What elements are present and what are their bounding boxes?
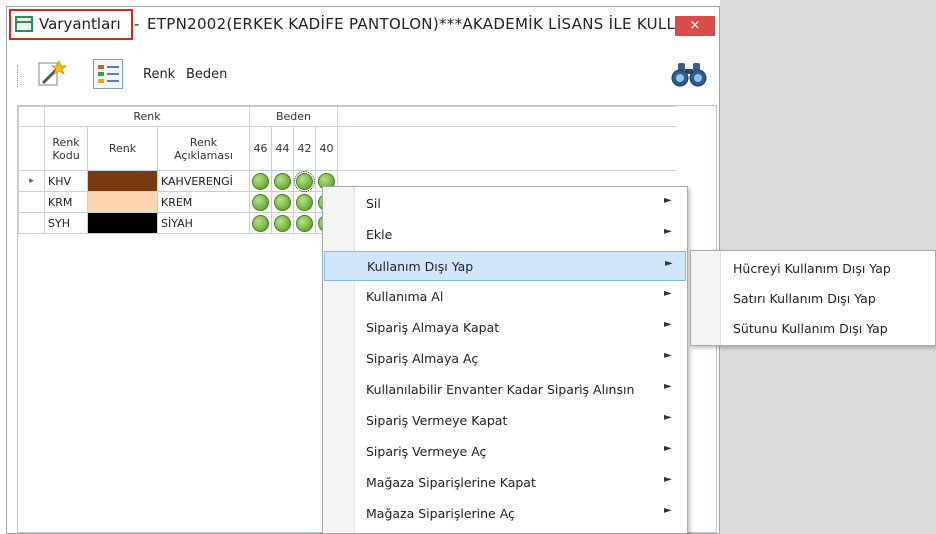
cell-size-status[interactable] bbox=[293, 170, 316, 192]
title-bar: Varyantları - ETPN2002(ERKEK KADİFE PANT… bbox=[7, 7, 719, 43]
cell-renk-kodu[interactable]: KHV bbox=[44, 170, 88, 192]
status-dot-icon bbox=[274, 193, 291, 211]
menu-item-label: Sil bbox=[366, 196, 381, 211]
menu-item-label: Sipariş Vermeye Aç bbox=[366, 444, 487, 459]
menu-item-kullanim-disi-yap[interactable]: Kullanım Dışı Yap ► bbox=[324, 251, 686, 281]
menu-item-siparis-almaya-kapat[interactable]: Sipariş Almaya Kapat ► bbox=[324, 313, 686, 343]
cell-size-status[interactable] bbox=[249, 212, 272, 234]
title-separator: - bbox=[134, 15, 140, 33]
submenu-item-hucreyi-kullanim-disi-yap[interactable]: Hücreyi Kullanım Dışı Yap bbox=[733, 261, 891, 276]
submenu-arrow-icon: ► bbox=[664, 350, 672, 361]
submenu-arrow-icon: ► bbox=[664, 505, 672, 516]
status-dot-icon bbox=[252, 193, 269, 211]
menu-item-magaza-siparislerine-ac[interactable]: Mağaza Siparişlerine Aç ► bbox=[324, 499, 686, 529]
context-menu: Sil ► Ekle ► Kullanım Dışı Yap ► Kullanı… bbox=[322, 186, 688, 534]
submenu-arrow-icon: ► bbox=[664, 319, 672, 330]
row-indicator bbox=[18, 212, 45, 234]
menu-item-siparis-almaya-ac[interactable]: Sipariş Almaya Aç ► bbox=[324, 344, 686, 374]
menu-item-label: Sipariş Almaya Kapat bbox=[366, 320, 500, 335]
window-title-document: ETPN2002(ERKEK KADİFE PANTOLON)***AKADEM… bbox=[147, 15, 691, 33]
status-dot-icon bbox=[296, 214, 313, 232]
menu-item-label: Kullanıma Al bbox=[366, 289, 444, 304]
submenu-icon-strip bbox=[691, 251, 721, 345]
column-header-size[interactable]: 42 bbox=[293, 126, 316, 171]
submenu-arrow-icon: ► bbox=[664, 381, 672, 392]
group-header-beden: Beden bbox=[249, 106, 338, 127]
status-dot-icon bbox=[252, 214, 269, 232]
cell-renk-kodu[interactable]: SYH bbox=[44, 212, 88, 234]
cell-renk-kodu[interactable]: KRM bbox=[44, 191, 88, 213]
toolbar-grip[interactable] bbox=[17, 65, 20, 87]
column-header-size[interactable]: 44 bbox=[271, 126, 294, 171]
column-header-renk[interactable]: Renk bbox=[87, 126, 158, 171]
menu-item-magaza-siparislerine-kapat[interactable]: Mağaza Siparişlerine Kapat ► bbox=[324, 468, 686, 498]
menu-item-ekle[interactable]: Ekle ► bbox=[324, 220, 686, 250]
column-header-renk-aciklamasi[interactable]: Renk Açıklaması bbox=[157, 126, 250, 171]
submenu-arrow-icon: ► bbox=[664, 412, 672, 423]
cell-color-swatch[interactable] bbox=[87, 191, 158, 213]
menu-item-label: Mağaza Siparişlerine Aç bbox=[366, 506, 515, 521]
menu-item-label: Kullanım Dışı Yap bbox=[367, 259, 474, 274]
cell-renk-aciklamasi[interactable]: SİYAH bbox=[157, 212, 250, 234]
menu-item-siparis-vermeye-kapat[interactable]: Sipariş Vermeye Kapat ► bbox=[324, 406, 686, 436]
cell-size-status[interactable] bbox=[249, 170, 272, 192]
status-dot-icon bbox=[274, 172, 291, 190]
binoculars-icon[interactable] bbox=[669, 61, 709, 87]
menu-item-sil[interactable]: Sil ► bbox=[324, 189, 686, 219]
column-header-size[interactable]: 46 bbox=[249, 126, 272, 171]
status-dot-icon bbox=[294, 170, 315, 192]
submenu-item-sutunu-kullanim-disi-yap[interactable]: Sütunu Kullanım Dışı Yap bbox=[733, 321, 888, 336]
menu-item-label: Mağaza Siparişlerine Kapat bbox=[366, 475, 536, 490]
submenu-arrow-icon: ► bbox=[664, 288, 672, 299]
close-button[interactable]: × bbox=[675, 16, 715, 36]
cell-color-swatch[interactable] bbox=[87, 212, 158, 234]
list-icon[interactable] bbox=[93, 59, 123, 89]
cell-size-status[interactable] bbox=[271, 212, 294, 234]
menu-item-label: Ekle bbox=[366, 227, 393, 242]
submenu-arrow-icon: ► bbox=[664, 195, 672, 206]
cell-size-status[interactable] bbox=[271, 170, 294, 192]
cell-size-status[interactable] bbox=[249, 191, 272, 213]
submenu-arrow-icon: ► bbox=[664, 474, 672, 485]
menu-item-envanter-kadar-siparis[interactable]: Kullanılabilir Envanter Kadar Sipariş Al… bbox=[324, 375, 686, 405]
menu-item-kullanima-al[interactable]: Kullanıma Al ► bbox=[324, 282, 686, 312]
corner-cell bbox=[18, 106, 45, 127]
submenu-arrow-icon: ► bbox=[665, 258, 673, 269]
row-indicator: ▸ bbox=[18, 170, 45, 192]
submenu-arrow-icon: ► bbox=[664, 443, 672, 454]
submenu-arrow-icon: ► bbox=[664, 226, 672, 237]
window-app-icon bbox=[15, 16, 33, 32]
menu-item-label: Sipariş Vermeye Kapat bbox=[366, 413, 508, 428]
cell-size-status[interactable] bbox=[293, 191, 316, 213]
toolbar: Renk Beden bbox=[7, 51, 719, 95]
menu-item-siparis-vermeye-ac[interactable]: Sipariş Vermeye Aç ► bbox=[324, 437, 686, 467]
status-dot-icon bbox=[274, 214, 291, 232]
toolbar-beden-button[interactable]: Beden bbox=[186, 67, 227, 82]
cell-size-status[interactable] bbox=[271, 191, 294, 213]
cell-renk-aciklamasi[interactable]: KREM bbox=[157, 191, 250, 213]
cell-color-swatch[interactable] bbox=[87, 170, 158, 192]
menu-item-label: Sipariş Almaya Aç bbox=[366, 351, 479, 366]
submenu: Hücreyi Kullanım Dışı Yap Satırı Kullanı… bbox=[690, 250, 936, 346]
status-dot-icon bbox=[252, 172, 269, 190]
column-header-renk-kodu[interactable]: Renk Kodu bbox=[44, 126, 88, 171]
wand-icon[interactable] bbox=[37, 59, 68, 89]
submenu-item-satiri-kullanim-disi-yap[interactable]: Satırı Kullanım Dışı Yap bbox=[733, 291, 876, 306]
window-title-app: Varyantları bbox=[39, 15, 121, 33]
cell-renk-aciklamasi[interactable]: KAHVERENGİ bbox=[157, 170, 250, 192]
row-indicator bbox=[18, 191, 45, 213]
cell-size-status[interactable] bbox=[293, 212, 316, 234]
column-header-size[interactable]: 40 bbox=[315, 126, 338, 171]
status-dot-icon bbox=[296, 193, 313, 211]
group-header-renk: Renk bbox=[44, 106, 250, 127]
menu-item-label: Kullanılabilir Envanter Kadar Sipariş Al… bbox=[366, 382, 635, 397]
toolbar-renk-button[interactable]: Renk bbox=[143, 67, 175, 82]
